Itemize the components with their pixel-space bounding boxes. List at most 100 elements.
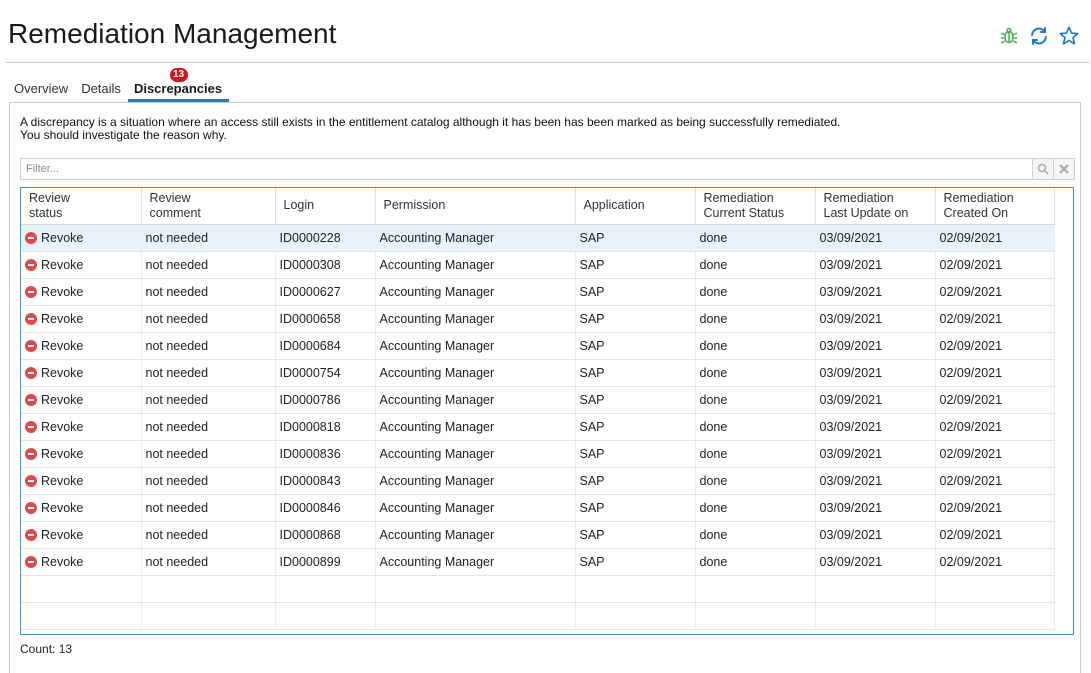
cell-created-on: 02/09/2021 xyxy=(935,548,1055,576)
column-header-created-on[interactable]: Remediation Created On xyxy=(935,188,1055,225)
cell-application: SAP xyxy=(575,548,696,576)
cell-review-status: Revoke xyxy=(21,521,142,549)
table-row[interactable]: Revoke not needed ID0000684 Accounting Mana… xyxy=(21,332,1055,360)
column-header-last-update[interactable]: Remediation Last Update on xyxy=(815,188,936,225)
revoke-icon xyxy=(25,285,37,298)
table-row[interactable]: Revoke not needed ID0000818 Accounting Mana… xyxy=(21,413,1055,441)
column-header-permission[interactable]: Permission xyxy=(375,188,576,225)
tab-details[interactable]: Details xyxy=(75,78,128,102)
bug-icon[interactable] xyxy=(997,24,1021,48)
cell-last-update: 03/09/2021 xyxy=(815,305,936,333)
star-icon[interactable] xyxy=(1057,24,1081,48)
tab-bar: Overview Details 13 Discrepancies xyxy=(8,68,230,102)
cell-last-update: 03/09/2021 xyxy=(815,548,936,576)
cell-review-comment: not needed xyxy=(141,359,276,387)
tab-discrepancies[interactable]: 13 Discrepancies xyxy=(127,68,230,102)
cell-review-comment: not needed xyxy=(141,305,276,333)
table-row[interactable]: Revoke not needed ID0000228 Accounting Mana… xyxy=(21,224,1055,252)
cell-created-on: 02/09/2021 xyxy=(935,278,1055,306)
cell-created-on: 02/09/2021 xyxy=(935,251,1055,279)
cell-application: SAP xyxy=(575,494,696,522)
cell-review-status: Revoke xyxy=(21,278,142,306)
column-header-current-status[interactable]: Remediation Current Status xyxy=(695,188,816,225)
cell-application: SAP xyxy=(575,305,696,333)
cell-review-comment: not needed xyxy=(141,278,276,306)
cell-current-status: done xyxy=(695,332,816,360)
cell-permission: Accounting Manager xyxy=(375,305,576,333)
revoke-icon xyxy=(25,393,37,406)
cell-application: SAP xyxy=(575,251,696,279)
cell-last-update: 03/09/2021 xyxy=(815,224,936,252)
cell-review-status: Revoke xyxy=(21,251,142,279)
cell-login: ID0000228 xyxy=(275,224,376,252)
cell-permission: Accounting Manager xyxy=(375,251,576,279)
cell-created-on: 02/09/2021 xyxy=(935,305,1055,333)
table-row[interactable]: Revoke not needed ID0000846 Accounting Mana… xyxy=(21,494,1055,522)
revoke-icon xyxy=(25,420,37,433)
cell-review-status: Revoke xyxy=(21,467,142,495)
cell-review-status: Revoke xyxy=(21,359,142,387)
cell-last-update: 03/09/2021 xyxy=(815,386,936,414)
title-divider xyxy=(6,62,1089,63)
table-row[interactable]: Revoke not needed ID0000868 Accounting Mana… xyxy=(21,521,1055,549)
cell-permission: Accounting Manager xyxy=(375,467,576,495)
cell-permission: Accounting Manager xyxy=(375,278,576,306)
cell-current-status: done xyxy=(695,386,816,414)
cell-login: ID0000868 xyxy=(275,521,376,549)
table-row[interactable]: Revoke not needed ID0000843 Accounting Mana… xyxy=(21,467,1055,495)
cell-created-on: 02/09/2021 xyxy=(935,440,1055,468)
revoke-icon xyxy=(25,474,37,487)
cell-permission: Accounting Manager xyxy=(375,494,576,522)
cell-review-status: Revoke xyxy=(21,413,142,441)
column-header-login[interactable]: Login xyxy=(275,188,376,225)
cell-review-status: Revoke xyxy=(21,440,142,468)
cell-login: ID0000836 xyxy=(275,440,376,468)
cell-review-comment: not needed xyxy=(141,224,276,252)
cell-application: SAP xyxy=(575,386,696,414)
cell-current-status: done xyxy=(695,548,816,576)
cell-current-status: done xyxy=(695,413,816,441)
cell-application: SAP xyxy=(575,278,696,306)
column-header-application[interactable]: Application xyxy=(575,188,696,225)
table-header-row: Review status Review comment Login Permiss… xyxy=(21,188,1055,225)
cell-review-comment: not needed xyxy=(141,494,276,522)
table-row[interactable]: Revoke not needed ID0000308 Accounting Mana… xyxy=(21,251,1055,279)
cell-permission: Accounting Manager xyxy=(375,359,576,387)
cell-application: SAP xyxy=(575,224,696,252)
table-row[interactable]: Revoke not needed ID0000836 Accounting Mana… xyxy=(21,440,1055,468)
table-row[interactable]: Revoke not needed ID0000786 Accounting Mana… xyxy=(21,386,1055,414)
discrepancy-count-badge: 13 xyxy=(169,68,188,82)
cell-review-comment: not needed xyxy=(141,386,276,414)
cell-application: SAP xyxy=(575,440,696,468)
refresh-icon[interactable] xyxy=(1027,24,1051,48)
cell-review-comment: not needed xyxy=(141,413,276,441)
cell-current-status: done xyxy=(695,467,816,495)
cell-current-status: done xyxy=(695,440,816,468)
search-icon[interactable] xyxy=(1032,159,1053,179)
table-row[interactable]: Revoke not needed ID0000627 Accounting Mana… xyxy=(21,278,1055,306)
column-header-review-comment[interactable]: Review comment xyxy=(141,188,276,225)
cell-created-on: 02/09/2021 xyxy=(935,224,1055,252)
cell-created-on: 02/09/2021 xyxy=(935,467,1055,495)
cell-last-update: 03/09/2021 xyxy=(815,332,936,360)
cell-login: ID0000818 xyxy=(275,413,376,441)
clear-filter-icon[interactable] xyxy=(1053,159,1074,179)
cell-review-status: Revoke xyxy=(21,548,142,576)
cell-login: ID0000786 xyxy=(275,386,376,414)
revoke-icon xyxy=(25,528,37,541)
tab-overview[interactable]: Overview xyxy=(8,78,75,102)
cell-review-comment: not needed xyxy=(141,548,276,576)
table-row[interactable]: Revoke not needed ID0000899 Accounting Mana… xyxy=(21,548,1055,576)
filter-input[interactable] xyxy=(21,160,1021,178)
page-title: Remediation Management xyxy=(8,18,337,49)
empty-row xyxy=(21,602,1055,630)
column-header-review-status[interactable]: Review status xyxy=(21,188,142,225)
cell-current-status: done xyxy=(695,494,816,522)
header-actions xyxy=(997,24,1081,48)
table-row[interactable]: Revoke not needed ID0000754 Accounting Mana… xyxy=(21,359,1055,387)
cell-last-update: 03/09/2021 xyxy=(815,359,936,387)
table-row[interactable]: Revoke not needed ID0000658 Accounting Mana… xyxy=(21,305,1055,333)
cell-permission: Accounting Manager xyxy=(375,548,576,576)
cell-review-status: Revoke xyxy=(21,386,142,414)
revoke-icon xyxy=(25,366,37,379)
